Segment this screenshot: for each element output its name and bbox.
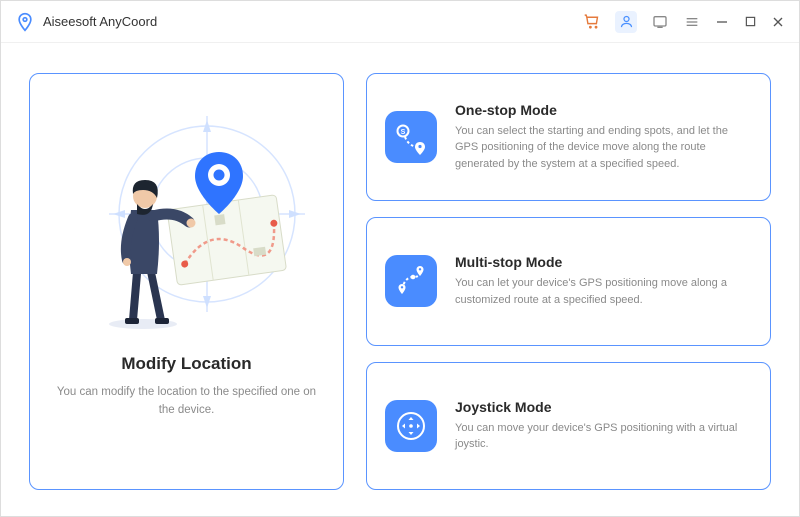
- multi-stop-title: Multi-stop Mode: [455, 254, 748, 270]
- modes-column: S One-stop Mode You can select the start…: [366, 73, 771, 490]
- modify-location-card[interactable]: Modify Location You can modify the locat…: [29, 73, 344, 490]
- one-stop-title: One-stop Mode: [455, 102, 748, 118]
- modify-location-desc: You can modify the location to the speci…: [48, 384, 325, 420]
- menu-icon[interactable]: [683, 13, 701, 31]
- svg-text:S: S: [401, 129, 406, 136]
- titlebar-icons: [583, 11, 785, 33]
- multi-stop-desc: You can let your device's GPS positionin…: [455, 275, 748, 308]
- minimize-icon[interactable]: [715, 13, 729, 31]
- one-stop-desc: You can select the starting and ending s…: [455, 123, 748, 173]
- maximize-icon[interactable]: [743, 13, 757, 31]
- joystick-title: Joystick Mode: [455, 399, 748, 415]
- app-title: Aiseesoft AnyCoord: [43, 14, 157, 29]
- multi-stop-icon: [385, 255, 437, 307]
- modify-location-illustration: [67, 102, 307, 342]
- content: Modify Location You can modify the locat…: [1, 43, 799, 516]
- titlebar: Aiseesoft AnyCoord: [1, 1, 799, 43]
- modify-location-title: Modify Location: [121, 354, 251, 374]
- cart-icon[interactable]: [583, 13, 601, 31]
- one-stop-mode-card[interactable]: S One-stop Mode You can select the start…: [366, 73, 771, 201]
- joystick-desc: You can move your device's GPS positioni…: [455, 420, 748, 453]
- app-window: Aiseesoft AnyCoord: [0, 0, 800, 517]
- joystick-mode-card[interactable]: Joystick Mode You can move your device's…: [366, 362, 771, 490]
- one-stop-icon: S: [385, 111, 437, 163]
- close-icon[interactable]: [771, 13, 785, 31]
- app-logo-icon: [15, 12, 35, 32]
- feedback-icon[interactable]: [651, 13, 669, 31]
- multi-stop-mode-card[interactable]: Multi-stop Mode You can let your device'…: [366, 217, 771, 345]
- joystick-icon: [385, 400, 437, 452]
- person-icon[interactable]: [615, 11, 637, 33]
